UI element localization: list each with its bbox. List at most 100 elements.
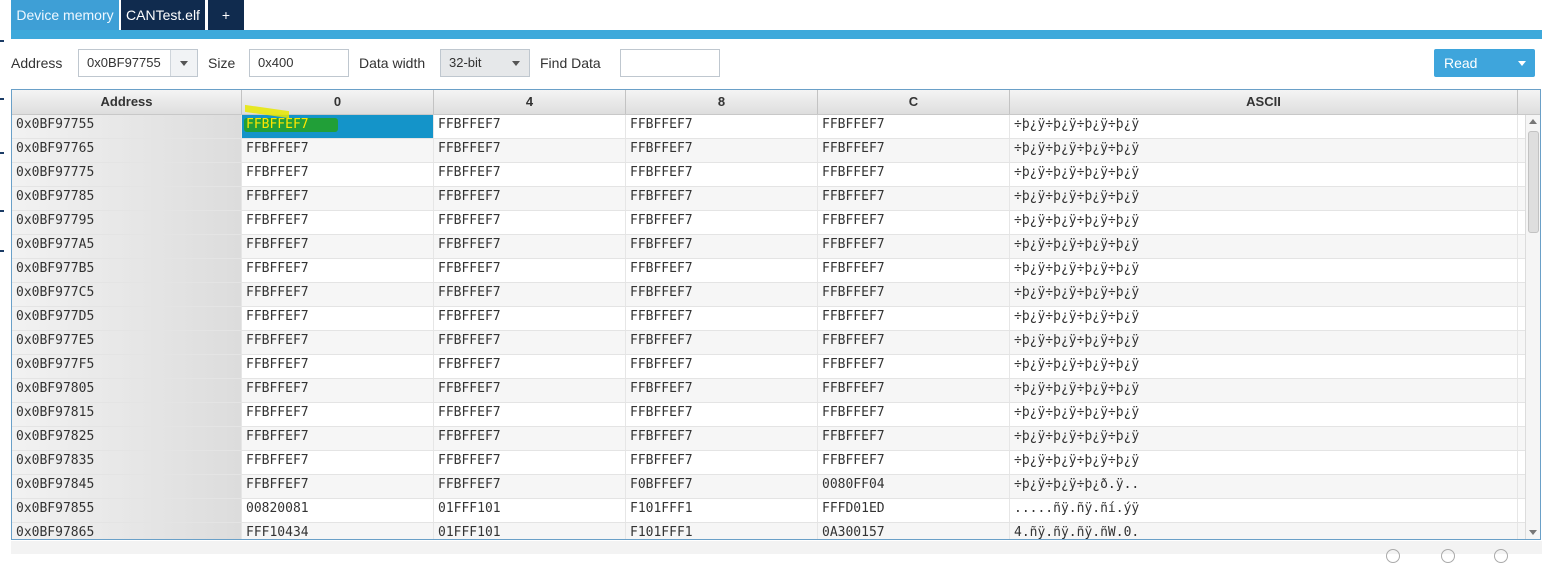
table-row[interactable]: 0x0BF977F5 FFBFFEF7 FFBFFEF7 FFBFFEF7 FFBFFE… <box>12 355 1526 379</box>
word-8-cell[interactable]: FFBFFEF7 <box>626 403 818 426</box>
table-row[interactable]: 0x0BF97815 FFBFFEF7 FFBFFEF7 FFBFFEF7 FFBFFE… <box>12 403 1526 427</box>
word-c-cell[interactable]: FFBFFEF7 <box>818 451 1010 474</box>
table-row[interactable]: 0x0BF97835 FFBFFEF7 FFBFFEF7 FFBFFEF7 FFBFFE… <box>12 451 1526 475</box>
word-8-cell[interactable]: FFBFFEF7 <box>626 355 818 378</box>
word-8-cell[interactable]: FFBFFEF7 <box>626 235 818 258</box>
word-4-cell[interactable]: FFBFFEF7 <box>434 355 626 378</box>
word-c-cell[interactable]: 0080FF04 <box>818 475 1010 498</box>
word-8-cell[interactable]: FFBFFEF7 <box>626 139 818 162</box>
table-row[interactable]: 0x0BF97855 00820081 01FFF101 F101FFF1 FFFD01… <box>12 499 1526 523</box>
address-cell[interactable]: 0x0BF977B5 <box>12 259 242 282</box>
size-input[interactable]: 0x400 <box>249 49 349 77</box>
word-0-cell[interactable]: FFBFFEF7 <box>242 283 434 306</box>
table-row[interactable]: 0x0BF977E5 FFBFFEF7 FFBFFEF7 FFBFFEF7 FFBFFE… <box>12 331 1526 355</box>
word-c-cell[interactable]: FFFD01ED <box>818 499 1010 522</box>
scroll-down-icon[interactable] <box>1529 530 1537 535</box>
word-c-cell[interactable]: FFBFFEF7 <box>818 163 1010 186</box>
word-0-cell[interactable]: FFBFFEF7 <box>242 331 434 354</box>
column-header-4[interactable]: 4 <box>434 90 626 114</box>
ascii-cell[interactable]: ÷þ¿ÿ÷þ¿ÿ÷þ¿ÿ÷þ¿ÿ <box>1010 187 1518 210</box>
word-0-cell[interactable]: FFBFFEF7 <box>242 427 434 450</box>
word-8-cell[interactable]: FFBFFEF7 <box>626 211 818 234</box>
word-8-cell[interactable]: FFBFFEF7 <box>626 379 818 402</box>
table-row[interactable]: 0x0BF97865 FFF10434 01FFF101 F101FFF1 0A3001… <box>12 523 1526 539</box>
word-c-cell[interactable]: FFBFFEF7 <box>818 403 1010 426</box>
address-cell[interactable]: 0x0BF97815 <box>12 403 242 426</box>
word-4-cell[interactable]: 01FFF101 <box>434 523 626 539</box>
word-0-cell[interactable]: FFBFFEF7 <box>242 235 434 258</box>
ascii-cell[interactable]: ÷þ¿ÿ÷þ¿ÿ÷þ¿ÿ÷þ¿ÿ <box>1010 379 1518 402</box>
table-row[interactable]: 0x0BF977D5 FFBFFEF7 FFBFFEF7 FFBFFEF7 FFBFFE… <box>12 307 1526 331</box>
word-4-cell[interactable]: 01FFF101 <box>434 499 626 522</box>
word-8-cell[interactable]: FFBFFEF7 <box>626 259 818 282</box>
word-8-cell[interactable]: F101FFF1 <box>626 499 818 522</box>
ascii-cell[interactable]: ÷þ¿ÿ÷þ¿ÿ÷þ¿ÿ÷þ¿ÿ <box>1010 235 1518 258</box>
read-button[interactable]: Read <box>1434 49 1535 77</box>
ascii-cell[interactable]: ÷þ¿ÿ÷þ¿ÿ÷þ¿ÿ÷þ¿ÿ <box>1010 307 1518 330</box>
table-row[interactable]: 0x0BF97795 FFBFFEF7 FFBFFEF7 FFBFFEF7 FFBFFE… <box>12 211 1526 235</box>
table-row[interactable]: 0x0BF97825 FFBFFEF7 FFBFFEF7 FFBFFEF7 FFBFFE… <box>12 427 1526 451</box>
word-4-cell[interactable]: FFBFFEF7 <box>434 451 626 474</box>
column-header-address[interactable]: Address <box>12 90 242 114</box>
table-row[interactable]: 0x0BF977C5 FFBFFEF7 FFBFFEF7 FFBFFEF7 FFBFFE… <box>12 283 1526 307</box>
word-4-cell[interactable]: FFBFFEF7 <box>434 139 626 162</box>
word-0-cell[interactable]: FFBFFEF7 <box>242 379 434 402</box>
word-0-cell[interactable]: FFBFFEF7 <box>242 307 434 330</box>
add-tab-button[interactable]: + <box>208 0 244 30</box>
word-4-cell[interactable]: FFBFFEF7 <box>434 163 626 186</box>
table-row[interactable]: 0x0BF97755 FFBFFEF7 FFBFFEF7 FFBFFEF7 FFBFFE… <box>12 115 1526 139</box>
word-0-cell[interactable]: 00820081 <box>242 499 434 522</box>
column-header-c[interactable]: C <box>818 90 1010 114</box>
word-8-cell[interactable]: FFBFFEF7 <box>626 283 818 306</box>
ascii-cell[interactable]: ÷þ¿ÿ÷þ¿ÿ÷þ¿ÿ÷þ¿ÿ <box>1010 451 1518 474</box>
word-8-cell[interactable]: FFBFFEF7 <box>626 187 818 210</box>
word-8-cell[interactable]: FFBFFEF7 <box>626 451 818 474</box>
word-4-cell[interactable]: FFBFFEF7 <box>434 115 626 138</box>
table-row[interactable]: 0x0BF97805 FFBFFEF7 FFBFFEF7 FFBFFEF7 FFBFFE… <box>12 379 1526 403</box>
address-cell[interactable]: 0x0BF97775 <box>12 163 242 186</box>
word-4-cell[interactable]: FFBFFEF7 <box>434 235 626 258</box>
ascii-cell[interactable]: ÷þ¿ÿ÷þ¿ÿ÷þ¿ÿ÷þ¿ÿ <box>1010 139 1518 162</box>
word-8-cell[interactable]: FFBFFEF7 <box>626 163 818 186</box>
ascii-cell[interactable]: ÷þ¿ÿ÷þ¿ÿ÷þ¿ÿ÷þ¿ÿ <box>1010 355 1518 378</box>
word-0-cell[interactable]: FFBFFEF7 <box>242 355 434 378</box>
word-4-cell[interactable]: FFBFFEF7 <box>434 475 626 498</box>
ascii-cell[interactable]: ÷þ¿ÿ÷þ¿ÿ÷þ¿ÿ÷þ¿ÿ <box>1010 403 1518 426</box>
address-cell[interactable]: 0x0BF977F5 <box>12 355 242 378</box>
word-c-cell[interactable]: FFBFFEF7 <box>818 211 1010 234</box>
address-cell[interactable]: 0x0BF97855 <box>12 499 242 522</box>
address-cell[interactable]: 0x0BF97825 <box>12 427 242 450</box>
address-cell[interactable]: 0x0BF97785 <box>12 187 242 210</box>
table-row[interactable]: 0x0BF977B5 FFBFFEF7 FFBFFEF7 FFBFFEF7 FFBFFE… <box>12 259 1526 283</box>
address-combobox[interactable]: 0x0BF97755 <box>78 49 198 77</box>
word-c-cell[interactable]: 0A300157 <box>818 523 1010 539</box>
column-header-8[interactable]: 8 <box>626 90 818 114</box>
ascii-cell[interactable]: ÷þ¿ÿ÷þ¿ÿ÷þ¿ÿ÷þ¿ÿ <box>1010 331 1518 354</box>
address-cell[interactable]: 0x0BF977D5 <box>12 307 242 330</box>
word-c-cell[interactable]: FFBFFEF7 <box>818 379 1010 402</box>
chevron-down-icon[interactable] <box>1511 50 1533 76</box>
word-c-cell[interactable]: FFBFFEF7 <box>818 259 1010 282</box>
word-4-cell[interactable]: FFBFFEF7 <box>434 379 626 402</box>
scroll-up-icon[interactable] <box>1529 119 1537 124</box>
address-cell[interactable]: 0x0BF977C5 <box>12 283 242 306</box>
table-row[interactable]: 0x0BF97765 FFBFFEF7 FFBFFEF7 FFBFFEF7 FFBFFE… <box>12 139 1526 163</box>
table-row[interactable]: 0x0BF97775 FFBFFEF7 FFBFFEF7 FFBFFEF7 FFBFFE… <box>12 163 1526 187</box>
word-c-cell[interactable]: FFBFFEF7 <box>818 427 1010 450</box>
word-c-cell[interactable]: FFBFFEF7 <box>818 307 1010 330</box>
word-0-cell[interactable]: FFBFFEF7 <box>242 187 434 210</box>
table-row[interactable]: 0x0BF977A5 FFBFFEF7 FFBFFEF7 FFBFFEF7 FFBFFE… <box>12 235 1526 259</box>
word-0-cell[interactable]: FFBFFEF7 <box>242 211 434 234</box>
chevron-down-icon[interactable] <box>503 50 529 76</box>
word-8-cell[interactable]: FFBFFEF7 <box>626 115 818 138</box>
address-cell[interactable]: 0x0BF977E5 <box>12 331 242 354</box>
scroll-thumb[interactable] <box>1528 131 1539 233</box>
ascii-cell[interactable]: ÷þ¿ÿ÷þ¿ÿ÷þ¿ÿ÷þ¿ÿ <box>1010 259 1518 282</box>
word-4-cell[interactable]: FFBFFEF7 <box>434 403 626 426</box>
word-c-cell[interactable]: FFBFFEF7 <box>818 235 1010 258</box>
word-0-cell[interactable]: FFBFFEF7 <box>242 139 434 162</box>
address-cell[interactable]: 0x0BF97845 <box>12 475 242 498</box>
ascii-cell[interactable]: 4.ñÿ.ñÿ.ñÿ.ñW.0. <box>1010 523 1518 539</box>
column-header-ascii[interactable]: ASCII <box>1010 90 1518 114</box>
tab-cantest-elf[interactable]: CANTest.elf <box>121 0 205 30</box>
